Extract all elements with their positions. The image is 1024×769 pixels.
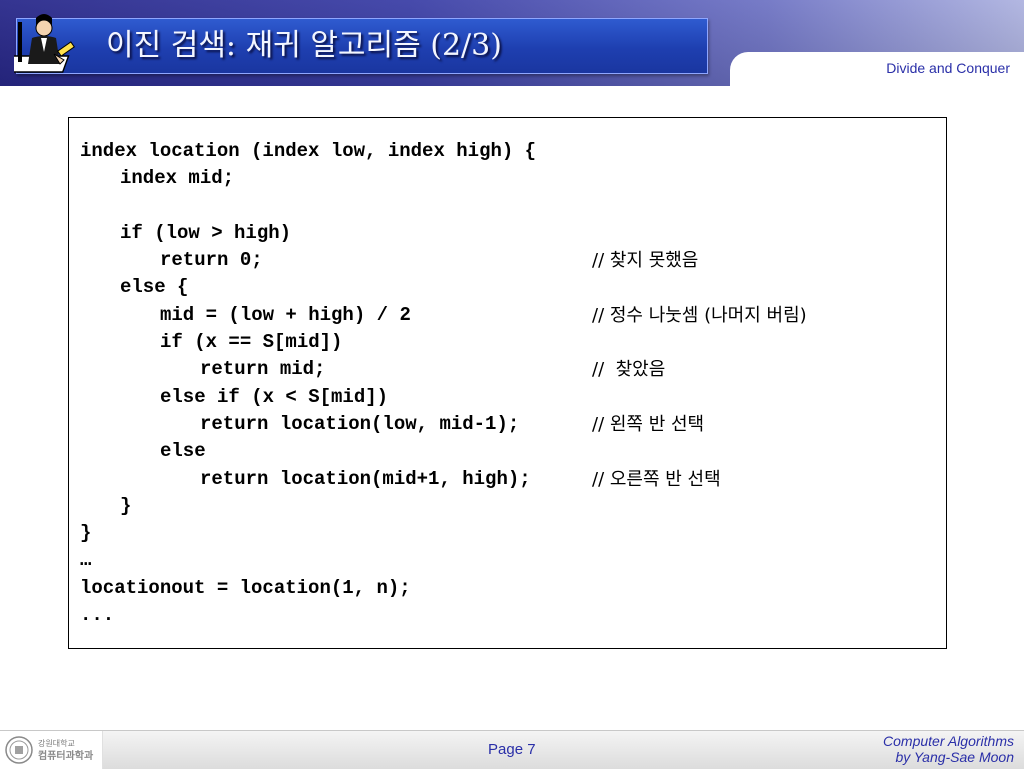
code-comment: // 왼쪽 반 선택: [592, 413, 705, 435]
code-text: return mid;: [200, 358, 326, 381]
department-name: 컴퓨터과학과: [38, 751, 94, 762]
code-comment: // 정수 나눗셈 (나머지 버림): [592, 304, 807, 326]
course-credit: Computer Algorithms by Yang-Sae Moon: [883, 733, 1014, 765]
code-text: else: [160, 440, 206, 463]
slide-title: 이진 검색: 재귀 알고리즘 (2/3): [106, 28, 502, 63]
code-box: index location (index low, index high) {…: [68, 117, 947, 649]
code-text: else if (x < S[mid]): [160, 385, 389, 408]
code-text: if (x == S[mid]): [160, 331, 343, 354]
person-writing-icon: [14, 14, 75, 73]
code-text: }: [120, 494, 132, 517]
code-text: return location(mid+1, high);: [200, 467, 531, 490]
code-text: …: [80, 549, 92, 572]
code-text: ...: [80, 604, 115, 627]
page-number: Page 7: [488, 741, 536, 758]
code-text: }: [80, 522, 92, 545]
credit-line-1: Computer Algorithms: [883, 733, 1014, 749]
footer-logo-area: 강원대학교 컴퓨터과학과: [0, 731, 103, 769]
code-text: return location(low, mid-1);: [200, 412, 520, 435]
credit-line-2: by Yang-Sae Moon: [895, 749, 1014, 765]
code-text: if (low > high): [120, 221, 292, 244]
code-comment: // 찾았음: [592, 359, 666, 381]
code-text: index location (index low, index high) {: [80, 140, 537, 162]
code-comment: // 오른쪽 반 선택: [592, 468, 721, 490]
code-text: else {: [120, 276, 189, 299]
department-label: 강원대학교 컴퓨터과학과: [38, 737, 93, 763]
code-text: locationout = location(1, n);: [80, 576, 411, 599]
university-seal-icon: [5, 736, 33, 764]
code-text: index mid;: [120, 167, 235, 190]
code-text: mid = (low + high) / 2: [160, 303, 411, 326]
code-comment: // 찾지 못했음: [592, 250, 699, 272]
section-tag: Divide and Conquer: [886, 60, 1010, 76]
university-name: 강원대학교: [38, 739, 75, 748]
code-text: return 0;: [160, 249, 263, 272]
